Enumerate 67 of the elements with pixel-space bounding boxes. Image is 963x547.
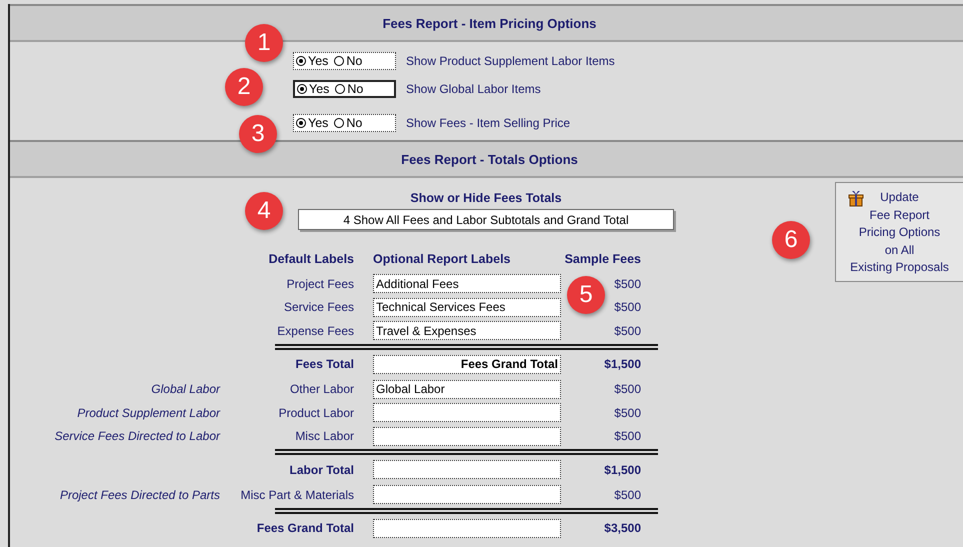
default-label: Service Fees: [284, 300, 354, 314]
sample-fee: $500: [614, 324, 641, 338]
callout-badge: 5: [567, 276, 605, 314]
label-field[interactable]: [373, 426, 561, 446]
default-label: Product Labor: [278, 406, 354, 420]
callout-badge: 1: [245, 24, 283, 62]
radio-option[interactable]: Yes: [297, 82, 330, 96]
sample-fee: $3,500: [604, 521, 641, 535]
label-field[interactable]: Global Labor: [373, 380, 561, 399]
source-label: Global Labor: [151, 382, 220, 396]
radio-button[interactable]: [296, 118, 306, 128]
radio-button[interactable]: [335, 84, 346, 94]
sample-fee: $500: [614, 382, 641, 396]
option-label: Show Product Supplement Labor Items: [406, 54, 615, 68]
label-field[interactable]: Fees Grand Total: [373, 354, 561, 374]
label-field[interactable]: Additional Fees: [373, 274, 561, 294]
column-header: Optional Report Labels: [373, 252, 512, 266]
default-label: Fees Grand Total: [256, 521, 354, 535]
radio-option[interactable]: No: [334, 54, 362, 68]
sample-fee: $1,500: [604, 357, 641, 371]
radio-option[interactable]: No: [334, 116, 362, 130]
radio-option[interactable]: Yes: [296, 54, 328, 68]
sample-fee: $500: [614, 300, 641, 314]
radio-button[interactable]: [334, 56, 344, 66]
default-label: Misc Part & Materials: [240, 488, 354, 502]
package-icon: [848, 191, 864, 207]
radio-group[interactable]: Yes No: [293, 52, 396, 70]
callout-badge: 3: [239, 115, 277, 153]
label-field[interactable]: Technical Services Fees: [373, 298, 561, 317]
section-title: Fees Report - Item Pricing Options: [382, 16, 596, 30]
default-label: Other Labor: [290, 382, 354, 396]
label-field[interactable]: Travel & Expenses: [373, 321, 561, 340]
source-label: Product Supplement Labor: [77, 406, 220, 420]
default-label: Project Fees: [286, 276, 354, 291]
label-field[interactable]: [373, 518, 561, 538]
default-label: Expense Fees: [277, 324, 354, 338]
column-header: Sample Fees: [564, 252, 641, 266]
default-label: Labor Total: [290, 462, 354, 476]
radio-option[interactable]: Yes: [296, 116, 328, 130]
update-button[interactable]: Update Fee Report Pricing Options on All Existing Proposals: [835, 182, 963, 282]
radio-group[interactable]: Yes No: [293, 80, 396, 98]
callout-badge: 4: [245, 192, 283, 230]
default-label: Misc Labor: [295, 429, 354, 444]
callout-badge: 2: [225, 68, 263, 106]
radio-button[interactable]: [296, 56, 306, 66]
radio-option[interactable]: No: [335, 82, 364, 96]
totals-dropdown[interactable]: 4 Show All Fees and Labor Subtotals and Grand Total: [298, 209, 674, 230]
dropdown-label: Show or Hide Fees Totals: [410, 191, 562, 205]
source-label: Project Fees Directed to Parts: [60, 488, 220, 502]
sample-fee: $500: [614, 276, 641, 291]
sample-fee: $500: [614, 488, 641, 502]
default-label: Fees Total: [296, 357, 354, 371]
sample-fee: $1,500: [604, 462, 641, 476]
column-header: Default Labels: [268, 252, 355, 266]
label-field[interactable]: [373, 403, 561, 422]
radio-button[interactable]: [297, 84, 307, 94]
label-field[interactable]: [373, 485, 561, 504]
callout-badge: 6: [772, 221, 810, 259]
option-label: Show Fees - Item Selling Price: [406, 116, 570, 130]
section-title: Fees Report - Totals Options: [401, 152, 578, 166]
source-label: Service Fees Directed to Labor: [54, 429, 220, 444]
label-field[interactable]: [373, 460, 561, 479]
option-label: Show Global Labor Items: [406, 82, 541, 96]
sample-fee: $500: [614, 406, 641, 420]
sample-fee: $500: [614, 429, 641, 444]
radio-button[interactable]: [334, 118, 344, 128]
radio-group[interactable]: Yes No: [293, 114, 396, 132]
